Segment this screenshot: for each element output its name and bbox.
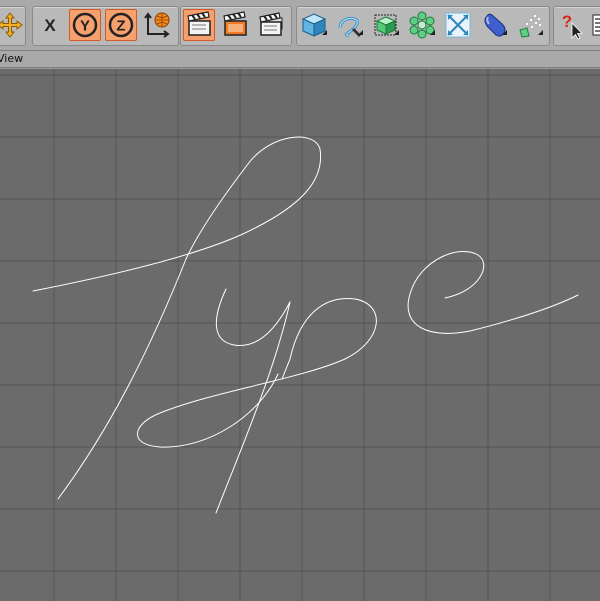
spline-type-text[interactable] xyxy=(32,136,579,514)
clapperboard-icon xyxy=(187,11,211,36)
render-settings-button[interactable] xyxy=(255,9,287,41)
subdivision-button[interactable] xyxy=(370,9,402,41)
move-tool-button[interactable] xyxy=(0,9,26,41)
viewport-canvas[interactable] xyxy=(0,69,600,601)
move-arrows-icon xyxy=(0,12,23,38)
array-button[interactable] xyxy=(406,9,438,41)
deformer-button[interactable] xyxy=(442,9,474,41)
particle-button[interactable] xyxy=(514,9,546,41)
editor-viewport[interactable] xyxy=(0,68,600,601)
cube-button[interactable] xyxy=(298,9,330,41)
y-axis-icon: Y xyxy=(72,12,98,38)
spline-t-stem xyxy=(57,258,187,500)
subdivision-cube-icon xyxy=(374,14,399,36)
spline-y-descender xyxy=(215,301,291,514)
y-axis-label: Y xyxy=(80,18,90,35)
x-axis-label: X xyxy=(44,16,56,35)
spline-button[interactable] xyxy=(334,9,366,41)
y-axis-button[interactable]: Y xyxy=(69,9,101,41)
svg-text:?: ? xyxy=(562,12,572,31)
spline-e-stroke xyxy=(407,251,579,334)
view-menu[interactable]: View xyxy=(0,52,23,65)
clapperboard-stack-icon xyxy=(259,12,283,36)
viewport-menubar: View xyxy=(0,51,600,68)
spline-y-loop xyxy=(137,297,377,448)
clapperboard-orange-icon xyxy=(223,11,247,36)
spline-y-bowl xyxy=(215,288,291,346)
scene-object-button[interactable] xyxy=(478,9,510,41)
help-pointer-icon: ? xyxy=(562,12,583,40)
x-axis-button[interactable]: X xyxy=(34,9,66,41)
help-button[interactable]: ? xyxy=(556,9,588,41)
z-axis-icon: Z xyxy=(108,12,134,38)
world-coordinates-icon xyxy=(144,12,170,38)
z-axis-label: Z xyxy=(116,18,125,35)
coordinate-system-button[interactable] xyxy=(141,9,173,41)
more-button[interactable] xyxy=(588,9,600,41)
particles-icon xyxy=(519,14,543,38)
deformer-arrows-icon xyxy=(445,12,471,38)
main-toolbar: X Y Z ? xyxy=(0,0,600,51)
spline-pen-icon xyxy=(338,17,363,38)
list-icon xyxy=(592,14,600,36)
capsule-icon xyxy=(484,13,507,37)
viewport-grid xyxy=(0,69,600,601)
cube-icon xyxy=(301,13,327,37)
cloner-icon xyxy=(409,11,435,39)
render-view-button[interactable] xyxy=(183,9,215,41)
spline-t-crossbar xyxy=(32,136,322,292)
x-axis-icon: X xyxy=(44,16,56,35)
z-axis-button[interactable]: Z xyxy=(105,9,137,41)
render-picture-viewer-button[interactable] xyxy=(219,9,251,41)
